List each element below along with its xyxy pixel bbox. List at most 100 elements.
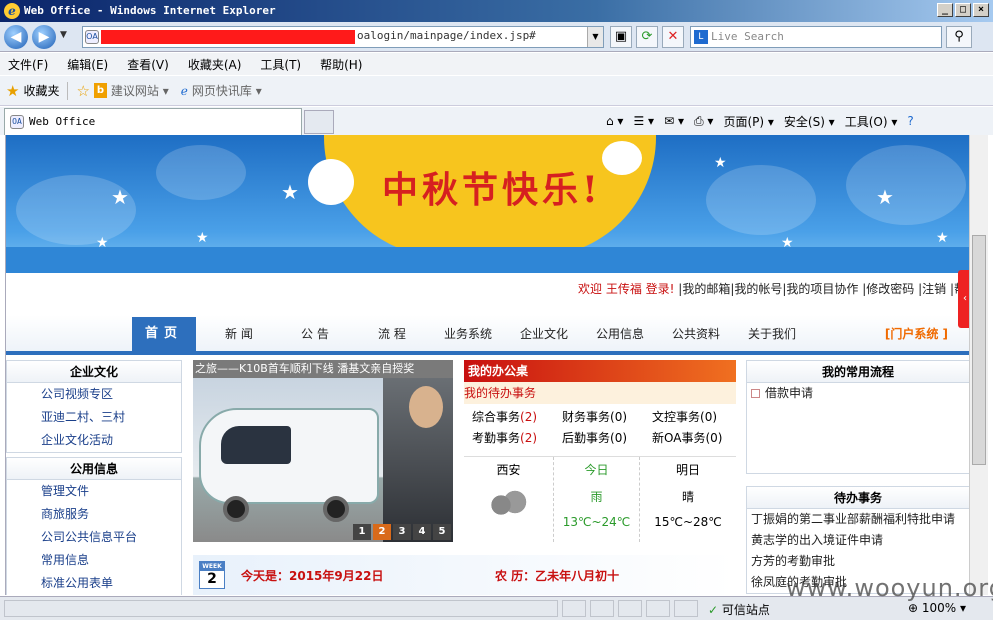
status-cell <box>646 600 670 617</box>
menu-tools[interactable]: 工具(T) <box>260 56 301 73</box>
left-column: 企业文化 公司视频专区 亚迪二村、三村 企业文化活动 公用信息 管理文件 商旅服… <box>6 360 182 595</box>
user-links[interactable]: |我的邮箱|我的帐号|我的项目协作 |修改密码 |注销 |帮 <box>678 282 966 296</box>
slideshow-caption[interactable]: 之旅——K10B首车顺利下线 潘基文亲自授奖 <box>193 360 453 378</box>
list-item[interactable]: 公司公共信息平台 <box>7 526 181 549</box>
search-button[interactable]: ⚲ <box>946 26 972 48</box>
print-icon[interactable]: ⎙ ▾ <box>694 114 713 129</box>
slide-page-button-active[interactable]: 2 <box>373 524 391 540</box>
weather-city: 西安 <box>496 463 521 477</box>
search-input[interactable]: L Live Search <box>690 26 942 48</box>
mail-icon[interactable]: ✉ ▾ <box>664 114 684 128</box>
menu-edit[interactable]: 编辑(E) <box>67 56 108 73</box>
address-dropdown-icon[interactable]: ▼ <box>587 27 603 47</box>
task-item[interactable]: 考勤事务(2) <box>472 429 562 446</box>
forward-button[interactable]: ▶ <box>32 25 56 49</box>
favorites-star-icon[interactable]: ★ <box>6 82 19 100</box>
address-input[interactable]: OA oalogin/mainpage/index.jsp# ▼ <box>82 26 604 48</box>
task-item[interactable]: 财务事务(0) <box>562 408 652 425</box>
task-item[interactable]: 新OA事务(0) <box>652 429 742 446</box>
public-info-box: 公用信息 管理文件 商旅服务 公司公共信息平台 常用信息 标准公用表单 <box>6 457 182 595</box>
security-zone[interactable]: ✓ 可信站点 <box>708 601 770 618</box>
status-cell <box>590 600 614 617</box>
news-slideshow[interactable]: 之旅——K10B首车顺利下线 潘基文亲自授奖 1 2 3 4 5 <box>193 360 453 542</box>
public-info-box-title: 公用信息 <box>7 458 181 480</box>
menu-view[interactable]: 查看(V) <box>127 56 169 73</box>
list-item[interactable]: 借款申请 <box>747 383 969 404</box>
festival-banner: ★ ★ ★ ★ ★ ★ ★ ★ 中秋节快乐! <box>6 135 969 273</box>
tab-web-office[interactable]: OA Web Office <box>4 108 302 135</box>
menu-file[interactable]: 文件(F) <box>8 56 48 73</box>
web-slice-icon: ℯ <box>180 83 188 98</box>
desk-todo-label[interactable]: 我的待办事务 <box>464 382 736 404</box>
weather-widget: 西安 今日 雨 13℃~24℃ 明日 晴 15℃~28℃ <box>464 456 736 542</box>
culture-box: 企业文化 公司视频专区 亚迪二村、三村 企业文化活动 <box>6 360 182 453</box>
list-item[interactable]: 丁振娟的第二事业部薪酬福利特批申请 <box>747 509 969 530</box>
vertical-scrollbar[interactable] <box>969 135 988 595</box>
help-icon[interactable]: ? <box>907 114 913 128</box>
slide-page-button[interactable]: 1 <box>353 524 371 540</box>
task-item[interactable]: 综合事务(2) <box>472 408 562 425</box>
status-cell <box>674 600 698 617</box>
portal-system-link[interactable]: [门户系统 ] <box>885 325 948 342</box>
close-button[interactable]: × <box>973 3 989 17</box>
page-menu[interactable]: 页面(P) ▾ <box>723 113 773 130</box>
list-item[interactable]: 标准公用表单 <box>7 572 181 595</box>
tab-label: Web Office <box>29 115 96 128</box>
favorites-bar: ★ 收藏夹 ☆ b 建议网站 ▾ ℯ 网页快讯库 ▾ <box>0 76 993 106</box>
maximize-button[interactable]: □ <box>955 3 971 17</box>
menu-help[interactable]: 帮助(H) <box>320 56 362 73</box>
suggested-sites-button[interactable]: 建议网站 ▾ <box>111 82 169 99</box>
banner-bottom-band <box>6 247 969 273</box>
list-item[interactable]: 公司视频专区 <box>7 383 181 406</box>
task-item[interactable]: 后勤事务(0) <box>562 429 652 446</box>
home-icon[interactable]: ⌂ ▾ <box>606 114 623 128</box>
list-item[interactable]: 常用信息 <box>7 549 181 572</box>
tab-announcements[interactable]: 公 告 <box>301 325 329 342</box>
list-item[interactable]: 黄志学的出入境证件申请 <box>747 530 969 551</box>
list-item[interactable]: 方芳的考勤审批 <box>747 551 969 572</box>
check-icon: ✓ <box>708 603 719 617</box>
weather-tomorrow-label: 明日 <box>675 463 700 477</box>
tab-public-resources[interactable]: 公共资料 <box>672 325 720 342</box>
refresh-button[interactable]: ⟳ <box>636 26 658 48</box>
tab-business-systems[interactable]: 业务系统 <box>444 325 492 342</box>
list-item[interactable]: 管理文件 <box>7 480 181 503</box>
web-slice-gallery-button[interactable]: 网页快讯库 ▾ <box>192 82 262 99</box>
task-item[interactable]: 文控事务(0) <box>652 408 742 425</box>
feeds-icon[interactable]: ☰ ▾ <box>633 114 654 128</box>
stop-button[interactable]: ✕ <box>662 26 684 48</box>
new-tab-button[interactable] <box>304 110 334 134</box>
star-icon: ★ <box>111 185 129 209</box>
slide-page-button[interactable]: 4 <box>413 524 431 540</box>
compat-view-button[interactable]: ▣ <box>610 26 632 48</box>
star-icon: ★ <box>714 155 727 171</box>
add-favorite-icon[interactable]: ☆ <box>76 82 89 100</box>
zoom-level[interactable]: ⊕ 100% ▾ <box>908 601 966 615</box>
rabbit-icon <box>308 159 354 205</box>
back-button[interactable]: ◀ <box>4 25 28 49</box>
tools-menu[interactable]: 工具(O) ▾ <box>845 113 898 130</box>
pending-tasks-title: 待办事务 <box>747 487 969 509</box>
tab-workflow[interactable]: 流 程 <box>378 325 406 342</box>
tab-about[interactable]: 关于我们 <box>748 325 796 342</box>
tab-favicon-icon: OA <box>10 115 24 129</box>
tab-home[interactable]: 首页 <box>132 317 196 353</box>
favorites-button[interactable]: 收藏夹 <box>23 82 59 99</box>
tab-culture[interactable]: 企业文化 <box>520 325 568 342</box>
minimize-button[interactable]: _ <box>937 3 953 17</box>
tab-public-info[interactable]: 公用信息 <box>596 325 644 342</box>
culture-box-title: 企业文化 <box>7 361 181 383</box>
safety-menu[interactable]: 安全(S) ▾ <box>784 113 835 130</box>
slide-page-button[interactable]: 3 <box>393 524 411 540</box>
slide-page-button[interactable]: 5 <box>433 524 451 540</box>
tab-news[interactable]: 新 闻 <box>225 325 253 342</box>
star-icon: ★ <box>281 180 299 204</box>
window-title-bar: e Web Office - Windows Internet Explorer… <box>0 0 993 22</box>
history-dropdown-icon[interactable]: ▼ <box>60 30 67 40</box>
status-cell <box>618 600 642 617</box>
scrollbar-thumb[interactable] <box>972 235 986 465</box>
list-item[interactable]: 商旅服务 <box>7 503 181 526</box>
list-item[interactable]: 亚迪二村、三村 <box>7 406 181 429</box>
list-item[interactable]: 企业文化活动 <box>7 429 181 452</box>
menu-favorites[interactable]: 收藏夹(A) <box>188 56 242 73</box>
